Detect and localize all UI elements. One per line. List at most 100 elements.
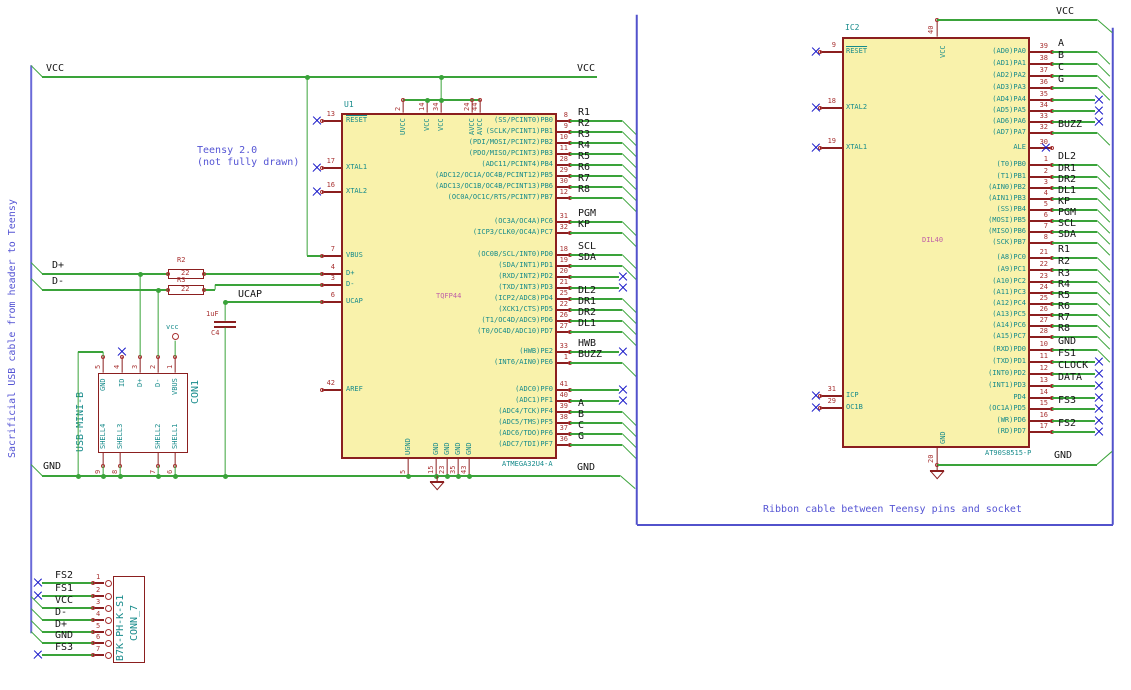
- pin: [1030, 132, 1052, 134]
- value-R3: 22: [181, 285, 190, 293]
- pin-number: 23: [438, 465, 446, 474]
- pin-name: (AD7)PA7: [992, 128, 1026, 136]
- pin-number: 5: [96, 622, 101, 630]
- net-label-R4: R4: [578, 140, 591, 151]
- pin-number: 4: [1043, 189, 1048, 197]
- pin: [1030, 242, 1052, 244]
- pin: [1030, 164, 1052, 166]
- pin: [1030, 176, 1052, 178]
- net-label-D-: D-: [55, 607, 68, 618]
- net-label-B: B: [578, 409, 585, 420]
- wire: [1052, 431, 1095, 433]
- pin-number: 27: [559, 322, 568, 330]
- value-CONN_7: B7K-PH-K-S1: [115, 594, 126, 661]
- pin-number: 36: [559, 435, 568, 443]
- pin-name: (ICP3/CLK0/OC4A)PC7: [472, 228, 553, 236]
- pin: [1030, 336, 1052, 338]
- footprint-IC2: DIL40: [922, 236, 944, 244]
- net-label-D+: D+: [55, 619, 68, 630]
- pin-number: 16: [1039, 411, 1048, 419]
- net-label-BUZZ: BUZZ: [578, 349, 603, 360]
- pin-number: 3: [96, 598, 101, 606]
- pin-number: 21: [559, 278, 568, 286]
- pin-number: 9: [563, 122, 568, 130]
- pin-number: 18: [559, 245, 568, 253]
- pin-name: (INT1)PD3: [988, 381, 1026, 389]
- bus-entry: [30, 278, 43, 291]
- pin-name: (ADC4/TCK)PF4: [498, 407, 553, 415]
- wire: [570, 276, 619, 278]
- wire: [619, 475, 636, 490]
- pin: [1030, 75, 1052, 77]
- wire: [1096, 51, 1111, 66]
- wire: [570, 444, 622, 446]
- net-label-FS3: FS3: [55, 642, 74, 653]
- pin: [936, 19, 938, 37]
- wire: [1052, 132, 1097, 134]
- pin-number: 6: [96, 633, 101, 641]
- pin-name: VBUS: [171, 378, 179, 396]
- pin-name: (MOSI)PB5: [988, 216, 1026, 224]
- bus-entry: [30, 262, 43, 275]
- net-label-VCC: VCC: [1056, 6, 1075, 17]
- wire: [214, 284, 216, 290]
- pin-name: (AIN1)PB3: [988, 194, 1026, 202]
- ribbon-note: Ribbon cable between Teensy pins and soc…: [763, 504, 1022, 515]
- gnd-symbol: [436, 481, 445, 491]
- pin-name: UVCC: [399, 118, 407, 136]
- pin: [121, 356, 123, 373]
- pin-number: 11: [1039, 352, 1048, 360]
- pin-name: (T0)PB0: [996, 160, 1027, 168]
- pin-name: AVCC: [468, 118, 476, 136]
- pin-name: SHELL3: [116, 423, 124, 449]
- pin-name: (ADC13/OC1B/OC4B/PCINT13)PB6: [435, 182, 554, 190]
- pin-end-dot: [202, 288, 206, 292]
- wire: [1052, 385, 1095, 387]
- pin: [322, 167, 341, 169]
- pin-name: (PDI/MOSI/PCINT2)PB2: [468, 138, 554, 146]
- pin-number: 32: [559, 223, 568, 231]
- pin: [1030, 187, 1052, 189]
- pin-name: (MISO)PB6: [988, 227, 1026, 235]
- vcc-power-symbol: vcc: [166, 323, 179, 331]
- wire: [42, 475, 620, 477]
- pin-number: 29: [559, 166, 568, 174]
- pin-number: 37: [559, 424, 568, 432]
- pin-number: 35: [449, 465, 457, 474]
- pin-number: 10: [1039, 340, 1048, 348]
- net-label-R8: R8: [578, 184, 591, 195]
- pin-number: 13: [1039, 376, 1048, 384]
- pin-name: (ADC5/TMS)PF5: [498, 418, 553, 426]
- pin-name: (SCK)PB7: [992, 238, 1026, 246]
- net-label-R1: R1: [578, 107, 591, 118]
- pin-name: (AD3)PA3: [992, 83, 1026, 91]
- pin-name: (AD4)PA4: [992, 95, 1026, 103]
- pin-number: 36: [1039, 78, 1048, 86]
- pin-number: 1: [166, 364, 174, 369]
- wire: [1052, 110, 1095, 112]
- wire: [937, 464, 1097, 466]
- wire: [102, 351, 104, 357]
- junction-dot: [100, 473, 106, 479]
- pin-number: 31: [827, 385, 836, 393]
- pin-name: AREF: [346, 385, 363, 393]
- wire: [937, 19, 1097, 21]
- pin-name: AVCC: [476, 118, 484, 136]
- pin-end-dot: [104, 616, 112, 624]
- pin-name: VCC: [437, 118, 445, 131]
- pin-number: 28: [559, 155, 568, 163]
- pin-number: 41: [559, 380, 568, 388]
- wire: [42, 619, 93, 621]
- junction-dot: [172, 473, 178, 479]
- net-label-GND: GND: [577, 462, 596, 473]
- junction-dot: [466, 473, 472, 479]
- wire: [1096, 132, 1111, 147]
- left-bus-note: Sacrificial USB cable from header to Tee…: [7, 199, 18, 458]
- pin-number: 20: [927, 454, 935, 463]
- wire: [1096, 75, 1111, 90]
- pin-name: (OC3A/OC4A)PC6: [494, 217, 554, 225]
- wire: [1096, 451, 1113, 466]
- pin-number: 39: [559, 402, 568, 410]
- net-label-R2: R2: [578, 118, 591, 129]
- pin-name: (INT0)PD2: [988, 369, 1026, 377]
